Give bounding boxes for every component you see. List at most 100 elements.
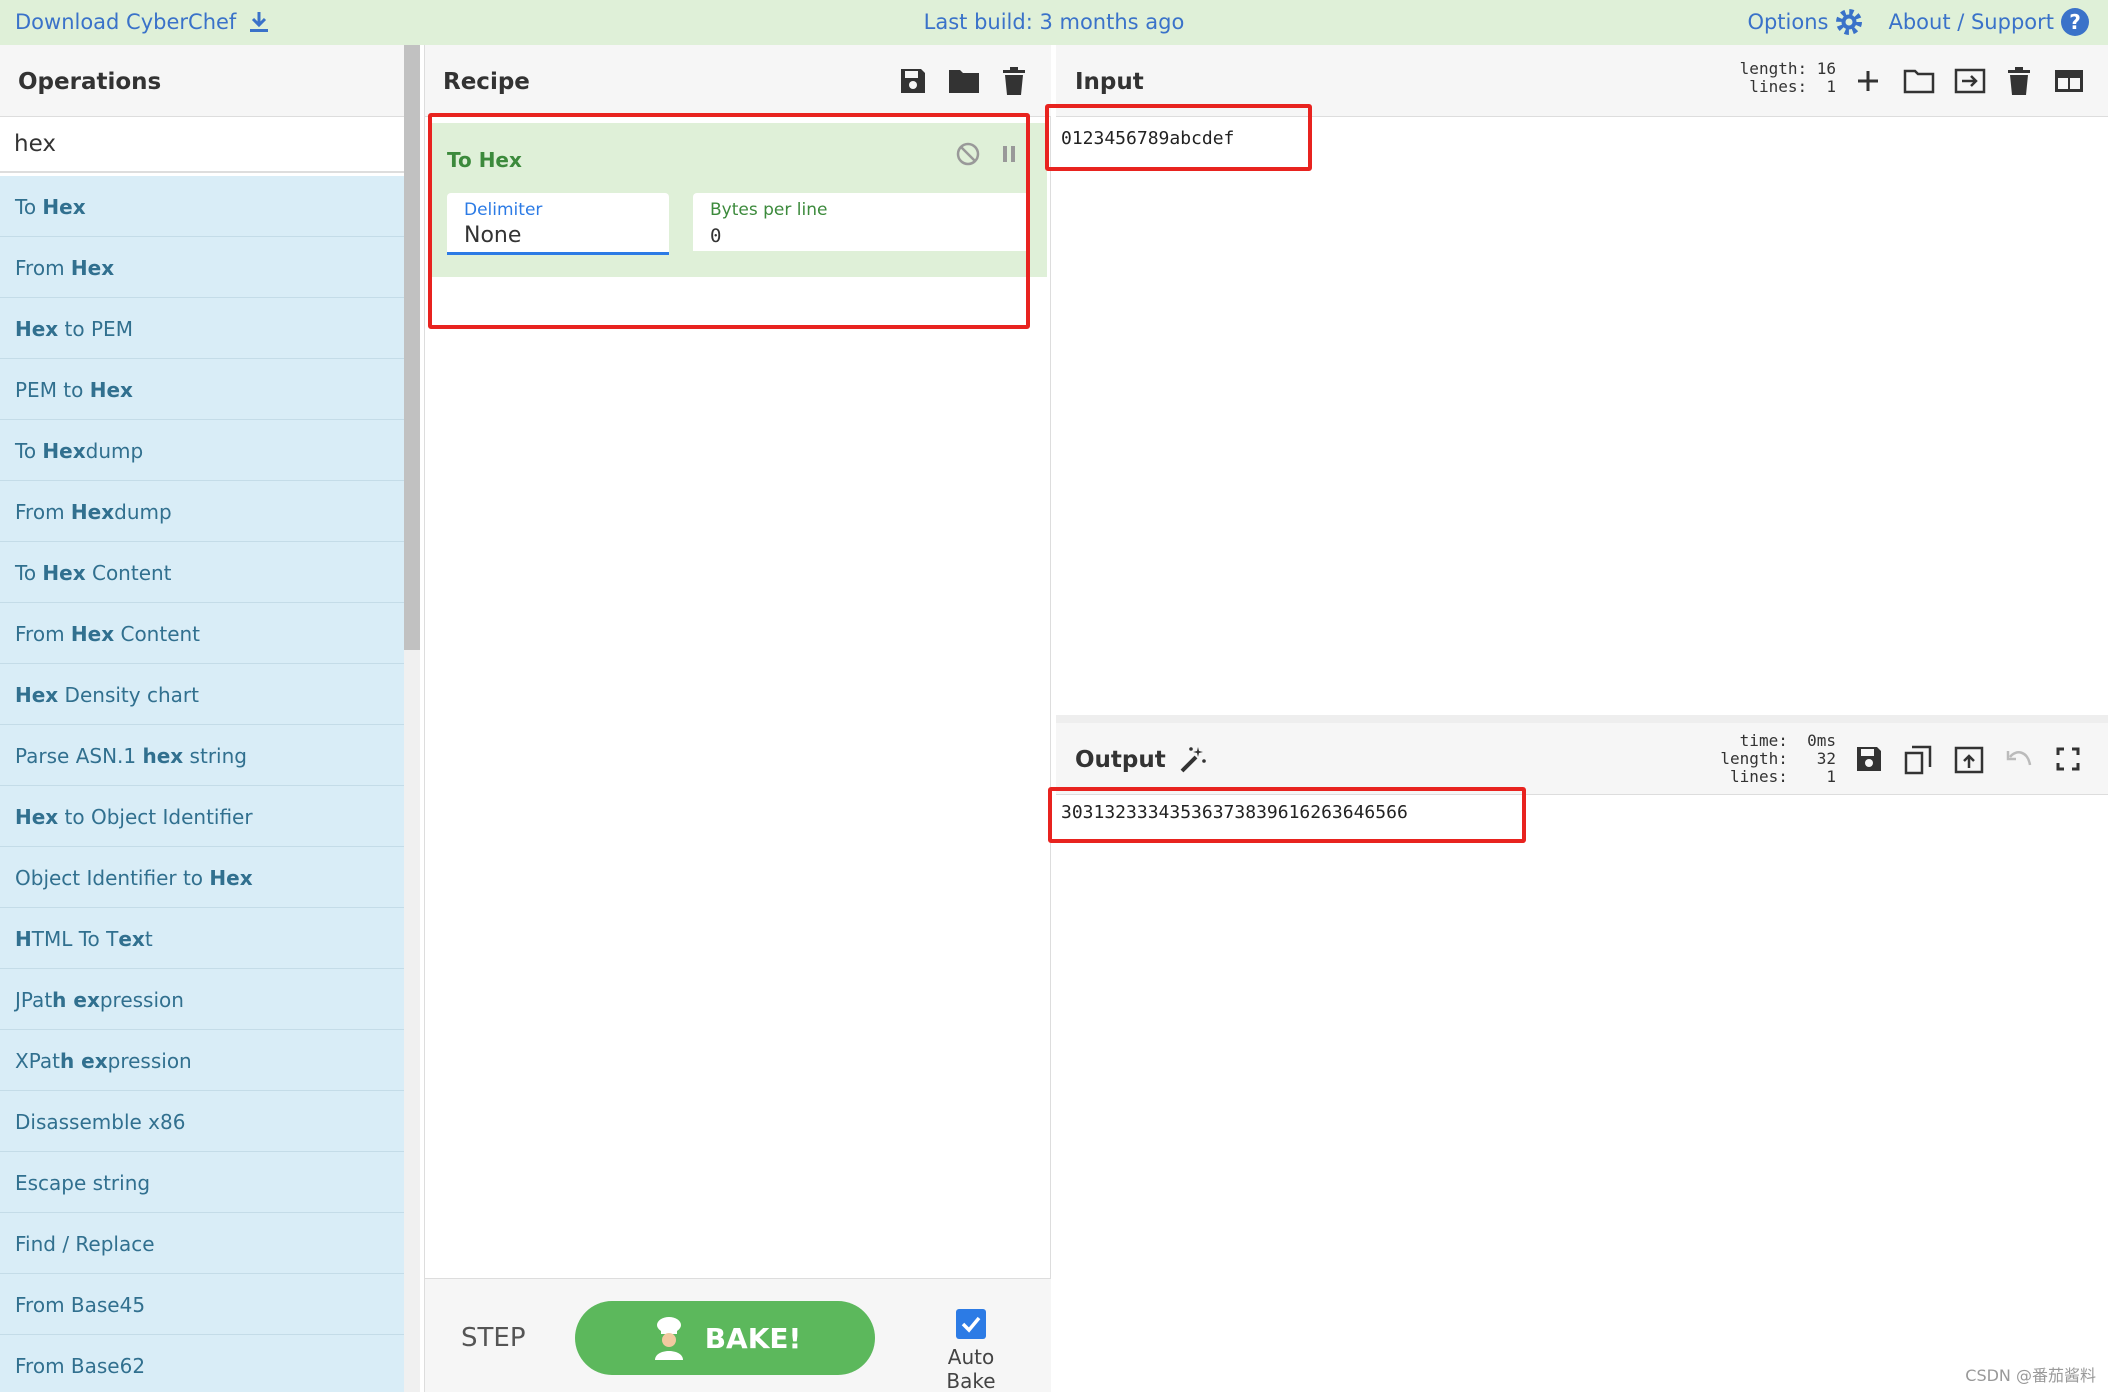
maximize-icon[interactable] [2052, 743, 2084, 775]
operations-list: To Hex From Hex Hex to PEM PEM to Hex To Hex… [0, 176, 404, 1392]
operation-list-item[interactable]: Hex to PEM [0, 298, 404, 359]
replace-input-icon[interactable] [1952, 743, 1986, 777]
about-support-link[interactable]: About / Support [1888, 10, 2054, 34]
layout-icon[interactable] [2052, 65, 2086, 97]
recipe-operation-to-hex[interactable]: To Hex Delimiter None Bytes per line 0 [431, 123, 1047, 277]
operation-item-text: pression [99, 988, 184, 1012]
operation-item-text: Hex [42, 439, 86, 463]
operation-list-item[interactable]: JPath expression [0, 969, 404, 1030]
operation-item-text: PEM to [15, 378, 90, 402]
download-label[interactable]: Download CyberChef [15, 10, 236, 34]
save-recipe-icon[interactable] [897, 65, 929, 97]
add-tab-icon[interactable] [1853, 65, 1883, 97]
operation-list-item[interactable]: From Hexdump [0, 481, 404, 542]
bytes-per-line-label: Bytes per line [710, 200, 828, 220]
bytes-per-line-field[interactable]: Bytes per line 0 [693, 193, 1029, 251]
operation-item-text: Hex [70, 500, 115, 524]
recipe-title: Recipe [443, 69, 530, 95]
operation-list-item[interactable]: To Hexdump [0, 420, 404, 481]
output-header: Output time: 0ms length: 32 lines: 1 [1056, 723, 2108, 795]
folder-open-icon[interactable] [947, 65, 981, 97]
save-output-icon[interactable] [1853, 743, 1885, 775]
operation-list-item[interactable]: HTML To Text [0, 908, 404, 969]
operation-list-item[interactable]: From Hex Content [0, 603, 404, 664]
output-stats: time: 0ms length: 32 lines: 1 [1720, 731, 1836, 786]
download-icon[interactable] [248, 10, 270, 34]
load-input-icon[interactable] [1952, 65, 1988, 97]
pause-icon[interactable] [997, 141, 1021, 167]
io-divider[interactable] [1056, 715, 2108, 723]
gear-icon[interactable] [1834, 7, 1864, 37]
options-link[interactable]: Options [1747, 10, 1828, 34]
operation-item-text: From [15, 622, 71, 646]
operation-list-item[interactable]: Parse ASN.1 hex string [0, 725, 404, 786]
operation-item-text: Hex [15, 805, 59, 829]
disable-icon[interactable] [955, 141, 981, 167]
input-textarea[interactable]: 0123456789abcdef [1061, 128, 1234, 149]
scrollbar-thumb[interactable] [404, 45, 420, 650]
operation-list-item[interactable]: From Base62 [0, 1335, 404, 1392]
auto-bake-checkbox[interactable] [956, 1309, 986, 1339]
operation-list-item[interactable]: Disassemble x86 [0, 1091, 404, 1152]
operation-item-text: Escape string [15, 1171, 151, 1195]
step-button[interactable]: STEP [461, 1323, 526, 1353]
auto-bake-label: Auto Bake [946, 1345, 996, 1392]
magic-wand-icon[interactable] [1176, 743, 1210, 777]
bake-label: BAKE! [704, 1321, 802, 1355]
operations-scrollbar[interactable] [404, 45, 420, 1392]
operation-name: To Hex [447, 148, 522, 172]
operation-item-text: Content [114, 622, 201, 646]
operation-item-text: TML To T [31, 927, 119, 951]
operation-list-item[interactable]: Object Identifier to Hex [0, 847, 404, 908]
operation-item-text: t [144, 927, 153, 951]
operation-item-text: hex [142, 744, 184, 768]
operation-list-item[interactable]: To Hex [0, 176, 404, 237]
copy-icon[interactable] [1902, 743, 1934, 777]
svg-text:?: ? [2069, 10, 2081, 34]
help-icon[interactable]: ? [2060, 7, 2090, 37]
operation-list-item[interactable]: PEM to Hex [0, 359, 404, 420]
operation-list-item[interactable]: XPath expression [0, 1030, 404, 1091]
auto-bake-toggle[interactable]: Auto Bake [921, 1309, 1021, 1392]
operation-list-item[interactable]: To Hex Content [0, 542, 404, 603]
output-title: Output [1075, 747, 1166, 773]
operation-list-item[interactable]: Hex to Object Identifier [0, 786, 404, 847]
delimiter-select[interactable]: Delimiter None [447, 193, 669, 255]
operation-item-text: Hex [15, 683, 59, 707]
operation-item-text: dump [114, 500, 172, 524]
undo-icon[interactable] [2004, 743, 2036, 775]
operation-item-text: To [15, 195, 43, 219]
operation-item-text: Object Identifier to [15, 866, 210, 890]
operation-item-text: JPat [15, 988, 53, 1012]
operation-item-text: H [15, 927, 32, 951]
operation-item-text: string [183, 744, 247, 768]
io-panel: Input length: 16 lines: 1 0123456789abcd… [1056, 45, 2108, 1392]
top-banner: Download CyberChef Last build: 3 months … [0, 0, 2108, 45]
search-input[interactable] [0, 117, 404, 173]
bake-button[interactable]: BAKE! [575, 1301, 875, 1375]
operation-item-text: h ex [52, 988, 100, 1012]
operation-list-item[interactable]: From Base45 [0, 1274, 404, 1335]
operation-list-item[interactable]: Escape string [0, 1152, 404, 1213]
operation-list-item[interactable]: From Hex [0, 237, 404, 298]
operation-list-item[interactable]: Find / Replace [0, 1213, 404, 1274]
operation-item-text: To [15, 561, 43, 585]
delimiter-label: Delimiter [464, 200, 543, 220]
operations-panel: Operations To HexFrom HexHex to PEMPEM t… [0, 45, 404, 1392]
download-link[interactable]: Download CyberChef [15, 10, 270, 34]
operation-item-text: Hex [70, 256, 115, 280]
operations-title: Operations [0, 45, 404, 117]
clear-input-icon[interactable] [2004, 65, 2034, 97]
recipe-panel: Recipe To Hex Delimiter None Bytes per l… [424, 45, 1051, 1392]
input-header: Input length: 16 lines: 1 [1056, 45, 2108, 117]
operation-item-text: Hex [70, 622, 115, 646]
open-folder-icon[interactable] [1902, 65, 1936, 97]
operation-item-text: Hex [89, 378, 133, 402]
bytes-per-line-value: 0 [710, 225, 722, 247]
operation-item-text: Hex [42, 195, 86, 219]
output-text: 30313233343536373839616263646566 [1061, 802, 1408, 823]
operation-item-text: From [15, 500, 71, 524]
chef-icon [649, 1316, 689, 1360]
trash-icon[interactable] [999, 65, 1029, 97]
operation-list-item[interactable]: Hex Density chart [0, 664, 404, 725]
